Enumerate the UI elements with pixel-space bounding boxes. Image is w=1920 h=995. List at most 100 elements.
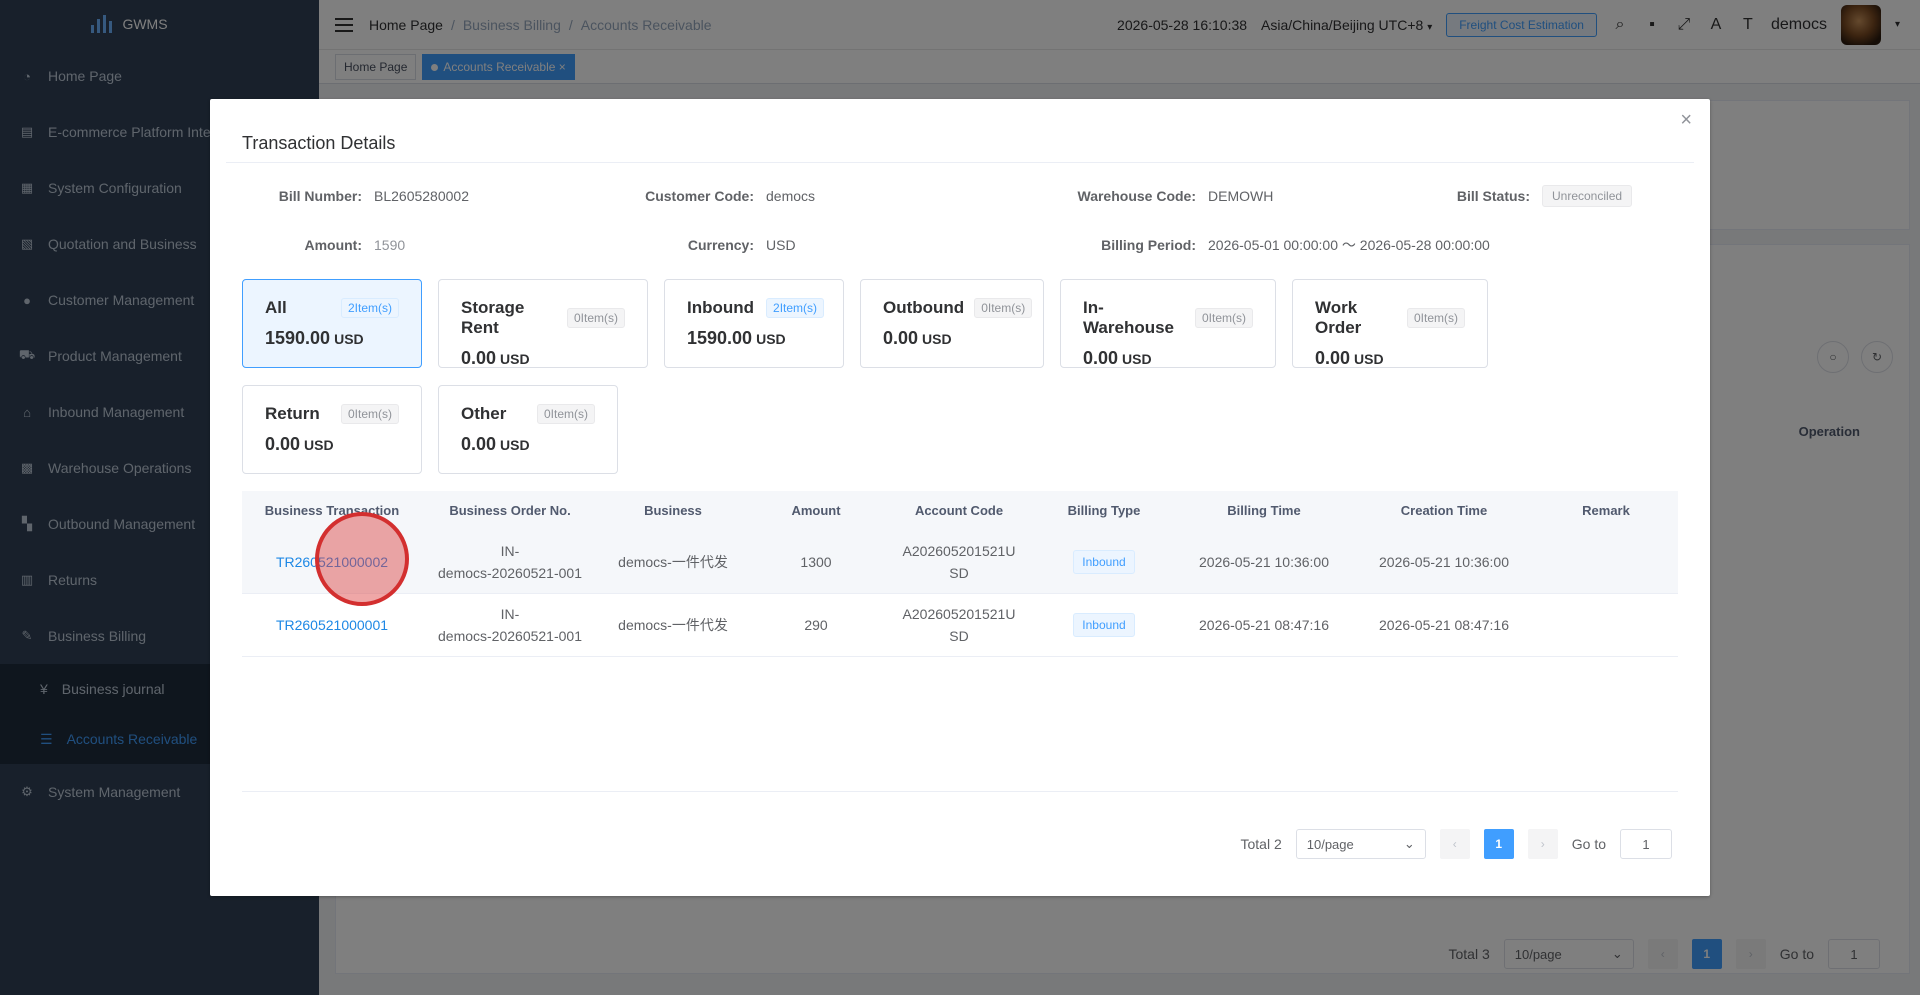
creation-time-cell: 2026-05-21 10:36:00 (1379, 554, 1509, 570)
card-return[interactable]: Return 0Item(s) 0.00 USD (242, 385, 422, 474)
order-no-cell: democs-20260521-001 (438, 628, 582, 644)
card-all[interactable]: All 2Item(s) 1590.00 USD (242, 279, 422, 368)
creation-time-cell: 2026-05-21 08:47:16 (1379, 617, 1509, 633)
order-no-cell: IN- (500, 606, 520, 622)
table-row: TR260521000002 IN-democs-20260521-001 de… (242, 531, 1678, 594)
goto-input[interactable]: 1 (1620, 829, 1672, 859)
card-work-order[interactable]: Work Order 0Item(s) 0.00 USD (1292, 279, 1488, 368)
billing-period-field: Billing Period: 2026-05-01 00:00:00 ～ 20… (940, 235, 1490, 255)
column-header: Billing Type (1067, 503, 1141, 518)
card-count-badge: 2Item(s) (766, 298, 825, 318)
column-header: Account Code (914, 503, 1004, 518)
order-no-cell: IN- (500, 543, 520, 559)
billing-time-cell: 2026-05-21 10:36:00 (1199, 554, 1329, 570)
card-currency: USD (500, 351, 530, 367)
info-row-2: Amount: 1590 Currency: USD Billing Perio… (242, 235, 1678, 255)
field-label: Bill Status: (1456, 188, 1530, 204)
goto-label: Go to (1571, 836, 1606, 852)
customer-code-value: democs (766, 188, 816, 204)
dialog-pagination: Total 2 10/page ⌄ ‹ 1 › Go to 1 (1241, 829, 1672, 859)
card-currency: USD (1122, 351, 1152, 367)
transaction-details-dialog: Transaction Details × Bill Number: BL260… (210, 99, 1710, 896)
currency-field: Currency: USD (582, 235, 940, 255)
card-outbound[interactable]: Outbound 0Item(s) 0.00 USD (860, 279, 1044, 368)
pager-size-select[interactable]: 10/page ⌄ (1295, 829, 1426, 859)
card-currency: USD (922, 331, 952, 347)
card-amount: 0.00 (461, 434, 497, 454)
card-in-warehouse[interactable]: In-Warehouse 0Item(s) 0.00 USD (1060, 279, 1276, 368)
prev-page-button[interactable]: ‹ (1439, 829, 1470, 859)
field-label: Amount: (304, 237, 362, 253)
card-currency: USD (1354, 351, 1384, 367)
card-name: Storage Rent (461, 298, 525, 337)
column-header: Business Transaction (264, 503, 400, 518)
card-currency: USD (500, 437, 530, 453)
chevron-down-icon: ⌄ (1403, 836, 1415, 851)
column-header: Billing Time (1227, 503, 1301, 518)
warehouse-code-field: Warehouse Code: DEMOWH (940, 185, 1324, 207)
billing-time-cell: 2026-05-21 08:47:16 (1199, 617, 1329, 633)
account-code-cell: A202605201521U (902, 543, 1016, 559)
card-inbound[interactable]: Inbound 2Item(s) 1590.00 USD (664, 279, 844, 368)
account-code-cell: SD (949, 628, 969, 644)
card-amount: 0.00 (265, 434, 301, 454)
table-header: Business Transaction Business Order No. … (242, 491, 1678, 531)
bill-status-field: Bill Status: Unreconciled (1324, 185, 1633, 207)
transaction-table: Business Transaction Business Order No. … (242, 491, 1678, 657)
business-cell: democs-一件代发 (618, 617, 728, 633)
warehouse-code-value: DEMOWH (1208, 188, 1274, 204)
table-row: TR260521000001 IN-democs-20260521-001 de… (242, 594, 1678, 657)
next-page-button[interactable]: › (1527, 829, 1558, 859)
card-other[interactable]: Other 0Item(s) 0.00 USD (438, 385, 618, 474)
card-currency: USD (304, 437, 334, 453)
billing-type-badge: Inbound (1073, 550, 1135, 574)
card-name: Other (461, 404, 507, 423)
amount-value: 1590 (374, 237, 406, 253)
bill-status-badge: Unreconciled (1542, 185, 1633, 207)
card-count-badge: 0Item(s) (974, 298, 1033, 318)
card-amount: 0.00 (461, 348, 497, 368)
card-count-badge: 0Item(s) (566, 308, 625, 328)
account-code-cell: SD (949, 565, 969, 581)
card-currency: USD (334, 331, 364, 347)
customer-code-field: Customer Code: democs (582, 185, 940, 207)
card-amount: 0.00 (1083, 348, 1119, 368)
pager-size-value: 10/page (1306, 836, 1354, 852)
card-amount: 1590.00 (265, 328, 331, 348)
column-header: Business Order No. (449, 503, 571, 518)
field-label: Billing Period: (1101, 237, 1196, 253)
billing-period-value: 2026-05-01 00:00:00 ～ 2026-05-28 00:00:0… (1208, 237, 1490, 253)
bill-number-field: Bill Number: BL2605280002 (242, 185, 582, 207)
card-name: In-Warehouse (1083, 298, 1175, 337)
currency-value: USD (766, 237, 796, 253)
card-name: All (265, 298, 287, 317)
card-count-badge: 0Item(s) (1406, 308, 1465, 328)
field-label: Customer Code: (645, 188, 754, 204)
card-currency: USD (756, 331, 786, 347)
column-header: Amount (791, 503, 841, 518)
amount-cell: 290 (804, 617, 828, 633)
amount-cell: 1300 (800, 554, 832, 570)
column-header: Remark (1582, 503, 1630, 518)
click-indicator (315, 512, 409, 606)
card-name: Work Order (1315, 298, 1362, 337)
card-amount: 0.00 (1315, 348, 1351, 368)
card-name: Outbound (883, 298, 965, 317)
card-count-badge: 2Item(s) (340, 298, 399, 318)
transaction-link[interactable]: TR260521000001 (276, 617, 388, 633)
card-count-badge: 0Item(s) (536, 404, 595, 424)
table-bottom-divider (242, 791, 1678, 792)
field-label: Bill Number: (278, 188, 362, 204)
card-name: Return (265, 404, 320, 423)
dialog-title: Transaction Details (242, 133, 396, 153)
close-icon[interactable]: × (1680, 109, 1692, 132)
card-count-badge: 0Item(s) (340, 404, 399, 424)
billing-type-badge: Inbound (1073, 613, 1135, 637)
page-number[interactable]: 1 (1483, 829, 1514, 859)
card-count-badge: 0Item(s) (1194, 308, 1253, 328)
order-no-cell: democs-20260521-001 (438, 565, 582, 581)
info-row-1: Bill Number: BL2605280002 Customer Code:… (242, 185, 1678, 207)
divider (226, 162, 1694, 163)
card-storage-rent[interactable]: Storage Rent 0Item(s) 0.00 USD (438, 279, 648, 368)
column-header: Business (644, 503, 702, 518)
